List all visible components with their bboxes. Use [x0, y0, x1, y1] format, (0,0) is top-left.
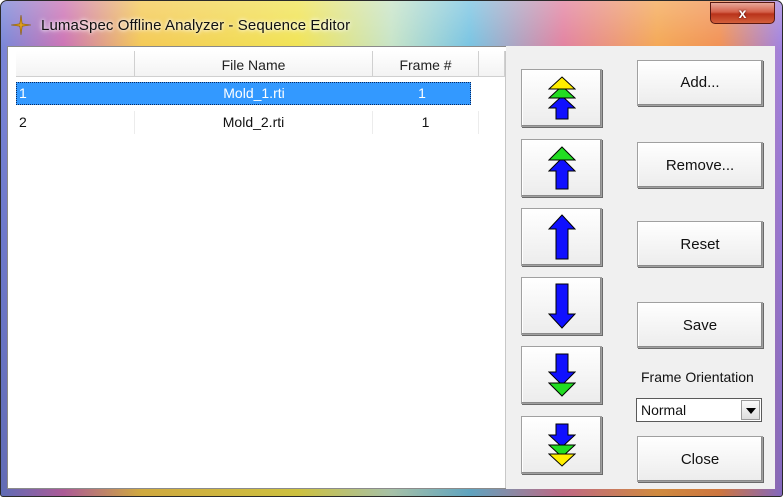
title-bar[interactable]: LumaSpec Offline Analyzer - Sequence Edi… — [1, 1, 782, 47]
move-up-fast-button[interactable] — [521, 139, 602, 197]
column-header-frame[interactable]: Frame # — [373, 51, 479, 77]
column-header-filler — [479, 51, 505, 77]
move-down-button[interactable] — [521, 277, 602, 335]
move-to-top-button[interactable] — [521, 69, 602, 127]
move-to-top-icon — [547, 76, 576, 120]
column-header-index[interactable] — [16, 51, 135, 77]
remove-button[interactable]: Remove... — [637, 142, 763, 188]
chevron-down-icon[interactable] — [741, 400, 760, 420]
row-index-cell: 2 — [19, 111, 135, 134]
add-button[interactable]: Add... — [637, 60, 763, 106]
frame-orientation-select[interactable]: Normal — [636, 398, 762, 422]
sequence-file-list[interactable]: File Name Frame # 1 Mold_1.rti 1 2 Mold_… — [16, 51, 506, 488]
reset-button[interactable]: Reset — [637, 221, 763, 267]
save-button[interactable]: Save — [637, 302, 763, 348]
move-down-fast-button[interactable] — [521, 346, 602, 404]
table-row[interactable]: 2 Mold_2.rti 1 — [16, 111, 479, 134]
close-button[interactable]: Close — [637, 436, 763, 482]
move-down-fast-icon — [547, 353, 576, 397]
window-title: LumaSpec Offline Analyzer - Sequence Edi… — [41, 17, 351, 34]
frame-orientation-value: Normal — [641, 402, 687, 418]
move-up-button[interactable] — [521, 208, 602, 266]
frame-number-cell: 1 — [373, 111, 479, 134]
move-to-bottom-icon — [547, 423, 576, 467]
move-up-fast-icon — [547, 146, 576, 190]
focus-rectangle — [16, 82, 471, 105]
move-to-bottom-button[interactable] — [521, 416, 602, 474]
close-window-button[interactable]: x — [710, 2, 775, 24]
file-name-cell: Mold_2.rti — [135, 111, 373, 134]
app-logo-icon — [11, 15, 31, 35]
move-up-icon — [547, 214, 576, 260]
move-down-icon — [547, 283, 576, 329]
frame-orientation-label: Frame Orientation — [641, 369, 754, 385]
column-header-file-name[interactable]: File Name — [135, 51, 373, 77]
list-header: File Name Frame # — [16, 51, 505, 77]
table-row[interactable]: 1 Mold_1.rti 1 — [16, 82, 471, 105]
